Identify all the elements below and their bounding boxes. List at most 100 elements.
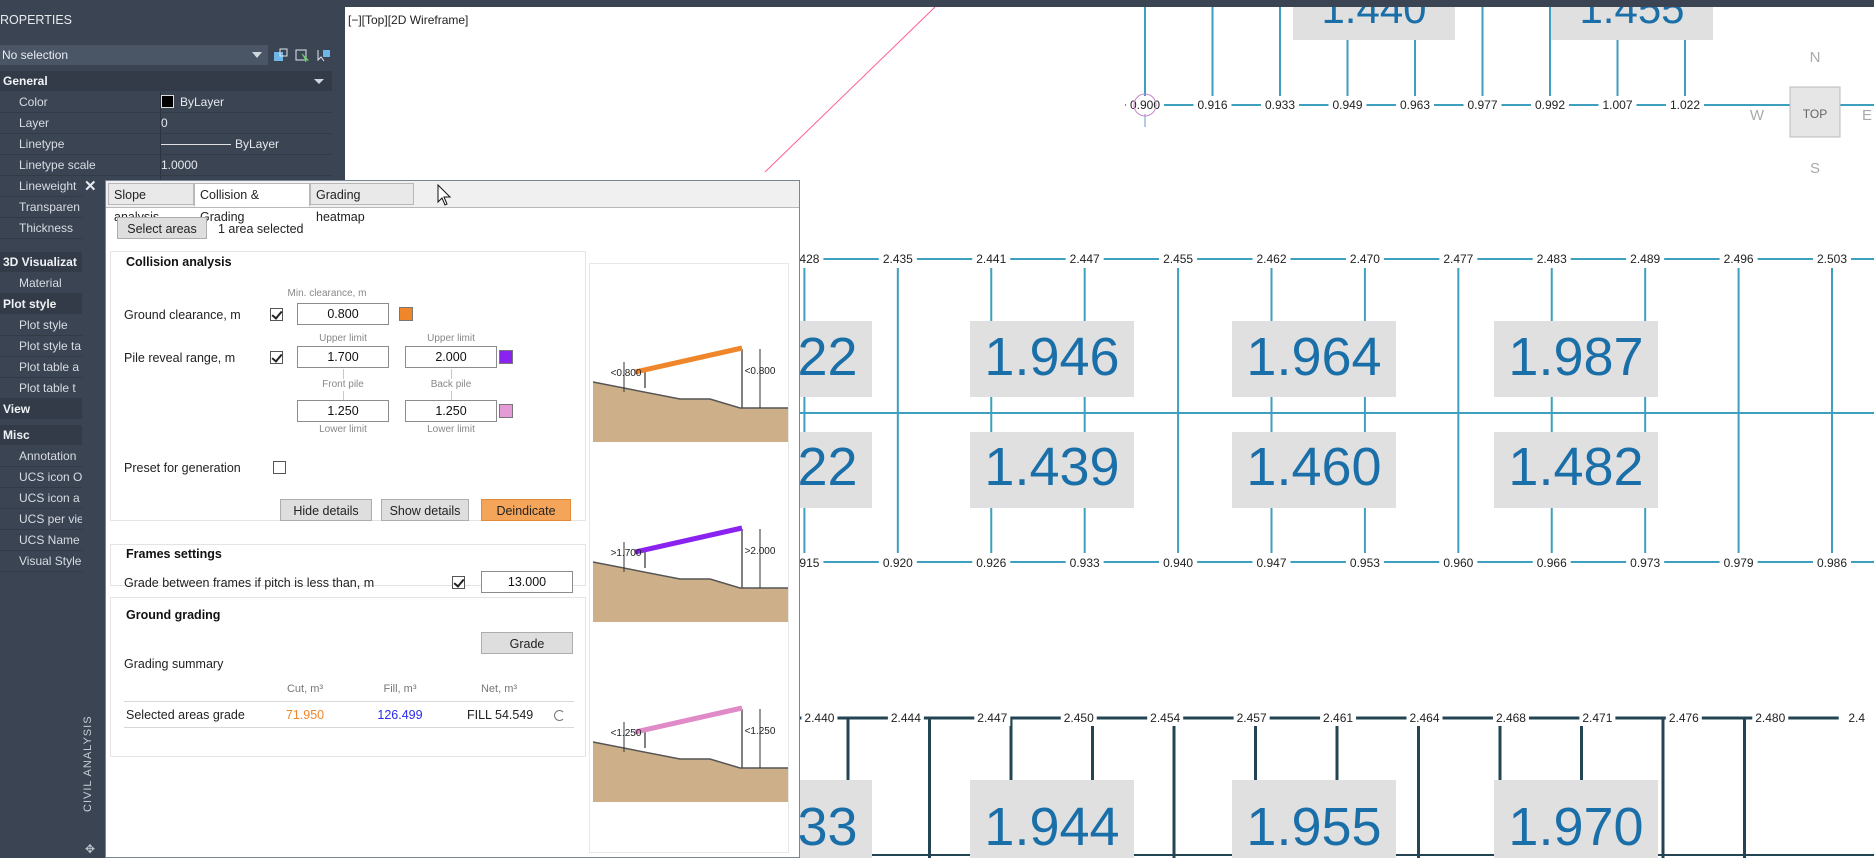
property-row[interactable]: Linetype scale 1.0000 [0,155,332,176]
property-value-text: ByLayer [235,137,280,151]
grip-icon[interactable]: ✥ [85,842,95,856]
back-lower-caption: Lower limit [427,424,475,435]
mid-top-label: 2.503 [1817,252,1847,266]
refresh-icon[interactable] [554,710,565,721]
table-row-line [124,727,574,728]
tab-grading-heatmap[interactable]: Grading heatmap [310,183,414,224]
pile-upper-color[interactable] [499,350,513,364]
mid-top-label: 2.489 [1630,252,1660,266]
col-fill: Fill, m³ [383,683,417,695]
back-upper-caption: Upper limit [427,333,475,344]
selection-dropdown[interactable]: No selection [0,45,268,65]
pile-reveal-checkbox[interactable] [270,351,283,364]
frames-checkbox[interactable] [452,576,465,589]
tab-slope-analysis[interactable]: Slope analysis [108,183,194,224]
section-plot-label: Plot style [3,297,57,311]
view-cube-label: TOP [1803,107,1827,121]
top-row-label: 1.007 [1602,98,1632,112]
back-lower-input[interactable]: 1.250 [405,400,497,422]
back-pile-caption: Back pile [430,379,472,390]
frames-pitch-input[interactable]: 13.000 [481,571,573,593]
low-top-label: 2.476 [1669,711,1699,725]
palette-title: ROPERTIES [0,13,73,27]
property-key: Linetype [19,137,65,151]
front-tick [343,369,344,379]
front-lower-input[interactable]: 1.250 [297,400,389,422]
property-row[interactable]: Linetype ByLayer [0,134,332,155]
compass-south: S [1810,160,1820,177]
back-limit-label: <0.800 [745,366,776,377]
ground-clearance-checkbox[interactable] [270,308,283,321]
title-strip [0,0,1874,7]
property-value[interactable]: ByLayer [161,134,279,154]
low-top-label: 2.457 [1237,711,1267,725]
section-misc-label: Misc [3,428,30,442]
section-viz-label: 3D Visualizat [3,255,77,269]
property-value[interactable]: 0 [161,113,168,133]
property-value-text: ByLayer [180,95,225,109]
tab-collision-grading[interactable]: Collision & Grading [194,183,310,224]
viewport-controls-label[interactable]: [−][Top][2D Wireframe] [348,13,468,27]
mouse-cursor-icon [437,184,452,206]
property-value[interactable]: ByLayer [161,92,224,112]
mid-top-label: 2.455 [1163,252,1193,266]
back-tick [451,369,452,379]
pile-reveal-label: Pile reveal range, m [124,351,236,365]
front-limit-label: >1.700 [611,548,642,559]
panel-table [634,525,743,555]
ground-clearance-input[interactable]: 0.800 [297,303,389,325]
front-limit-label: <1.250 [611,728,642,739]
big-value-bottom: 1.955 [1246,797,1381,857]
ground-clearance-color[interactable] [399,307,413,321]
top-row-label: 1.022 [1670,98,1700,112]
section-view-label: View [3,402,31,416]
compass-east: E [1862,107,1872,124]
section-general[interactable]: General [0,71,332,91]
pile-lower-color[interactable] [499,404,513,418]
big-value-lower: 1.460 [1246,437,1381,497]
property-value-text: 0 [161,116,168,130]
back-limit-label: <1.250 [745,726,776,737]
property-row[interactable]: Layer 0 [0,113,332,134]
mid-top-label: 2.447 [1070,252,1100,266]
panel-table [634,705,743,735]
back-limit-label: >2.000 [745,546,776,557]
low-top-label: 2.471 [1582,711,1612,725]
top-row-label: 0.949 [1332,98,1362,112]
hide-details-button[interactable]: Hide details [280,499,372,521]
deindicate-button[interactable]: Deindicate [481,499,571,521]
preset-checkbox[interactable] [273,461,286,474]
summary-net-value: FILL 54.549 [467,708,534,722]
close-icon[interactable]: ✕ [84,177,97,195]
low-top-label: 2.4 [1848,711,1865,725]
mid-top-label: 2.435 [883,252,913,266]
ground-profile [593,562,788,622]
table-header-line [124,701,574,702]
toggle-pickadd-icon[interactable] [273,48,289,62]
low-top-label: 2.444 [891,711,921,725]
select-areas-button[interactable]: Select areas [117,217,207,239]
property-row[interactable]: Color ByLayer [0,92,332,113]
back-upper-input[interactable]: 2.000 [405,346,497,368]
top-big-value: 1.455 [1579,7,1684,32]
quick-select-icon[interactable] [315,48,331,62]
chevron-down-icon [252,52,262,58]
property-key: Linetype scale [19,158,96,172]
front-upper-caption: Upper limit [319,333,367,344]
select-objects-icon[interactable] [294,48,310,62]
frames-label: Grade between frames if pitch is less th… [124,576,375,590]
mid-bottom-label: 0.933 [1070,556,1100,570]
low-top-label: 2.480 [1755,711,1785,725]
low-top-label: 2.461 [1323,711,1353,725]
panel-table [634,345,743,375]
low-top-label: 2.464 [1409,711,1439,725]
frames-header: Frames settings [126,547,222,561]
show-details-button[interactable]: Show details [381,499,469,521]
low-top-label: 2.440 [804,711,834,725]
mid-top-label: 2.470 [1350,252,1380,266]
mid-bottom-label: 0.986 [1817,556,1847,570]
front-upper-input[interactable]: 1.700 [297,346,389,368]
property-value[interactable]: 1.0000 [161,155,198,175]
grading-header: Ground grading [126,608,221,622]
grade-button[interactable]: Grade [481,632,573,654]
